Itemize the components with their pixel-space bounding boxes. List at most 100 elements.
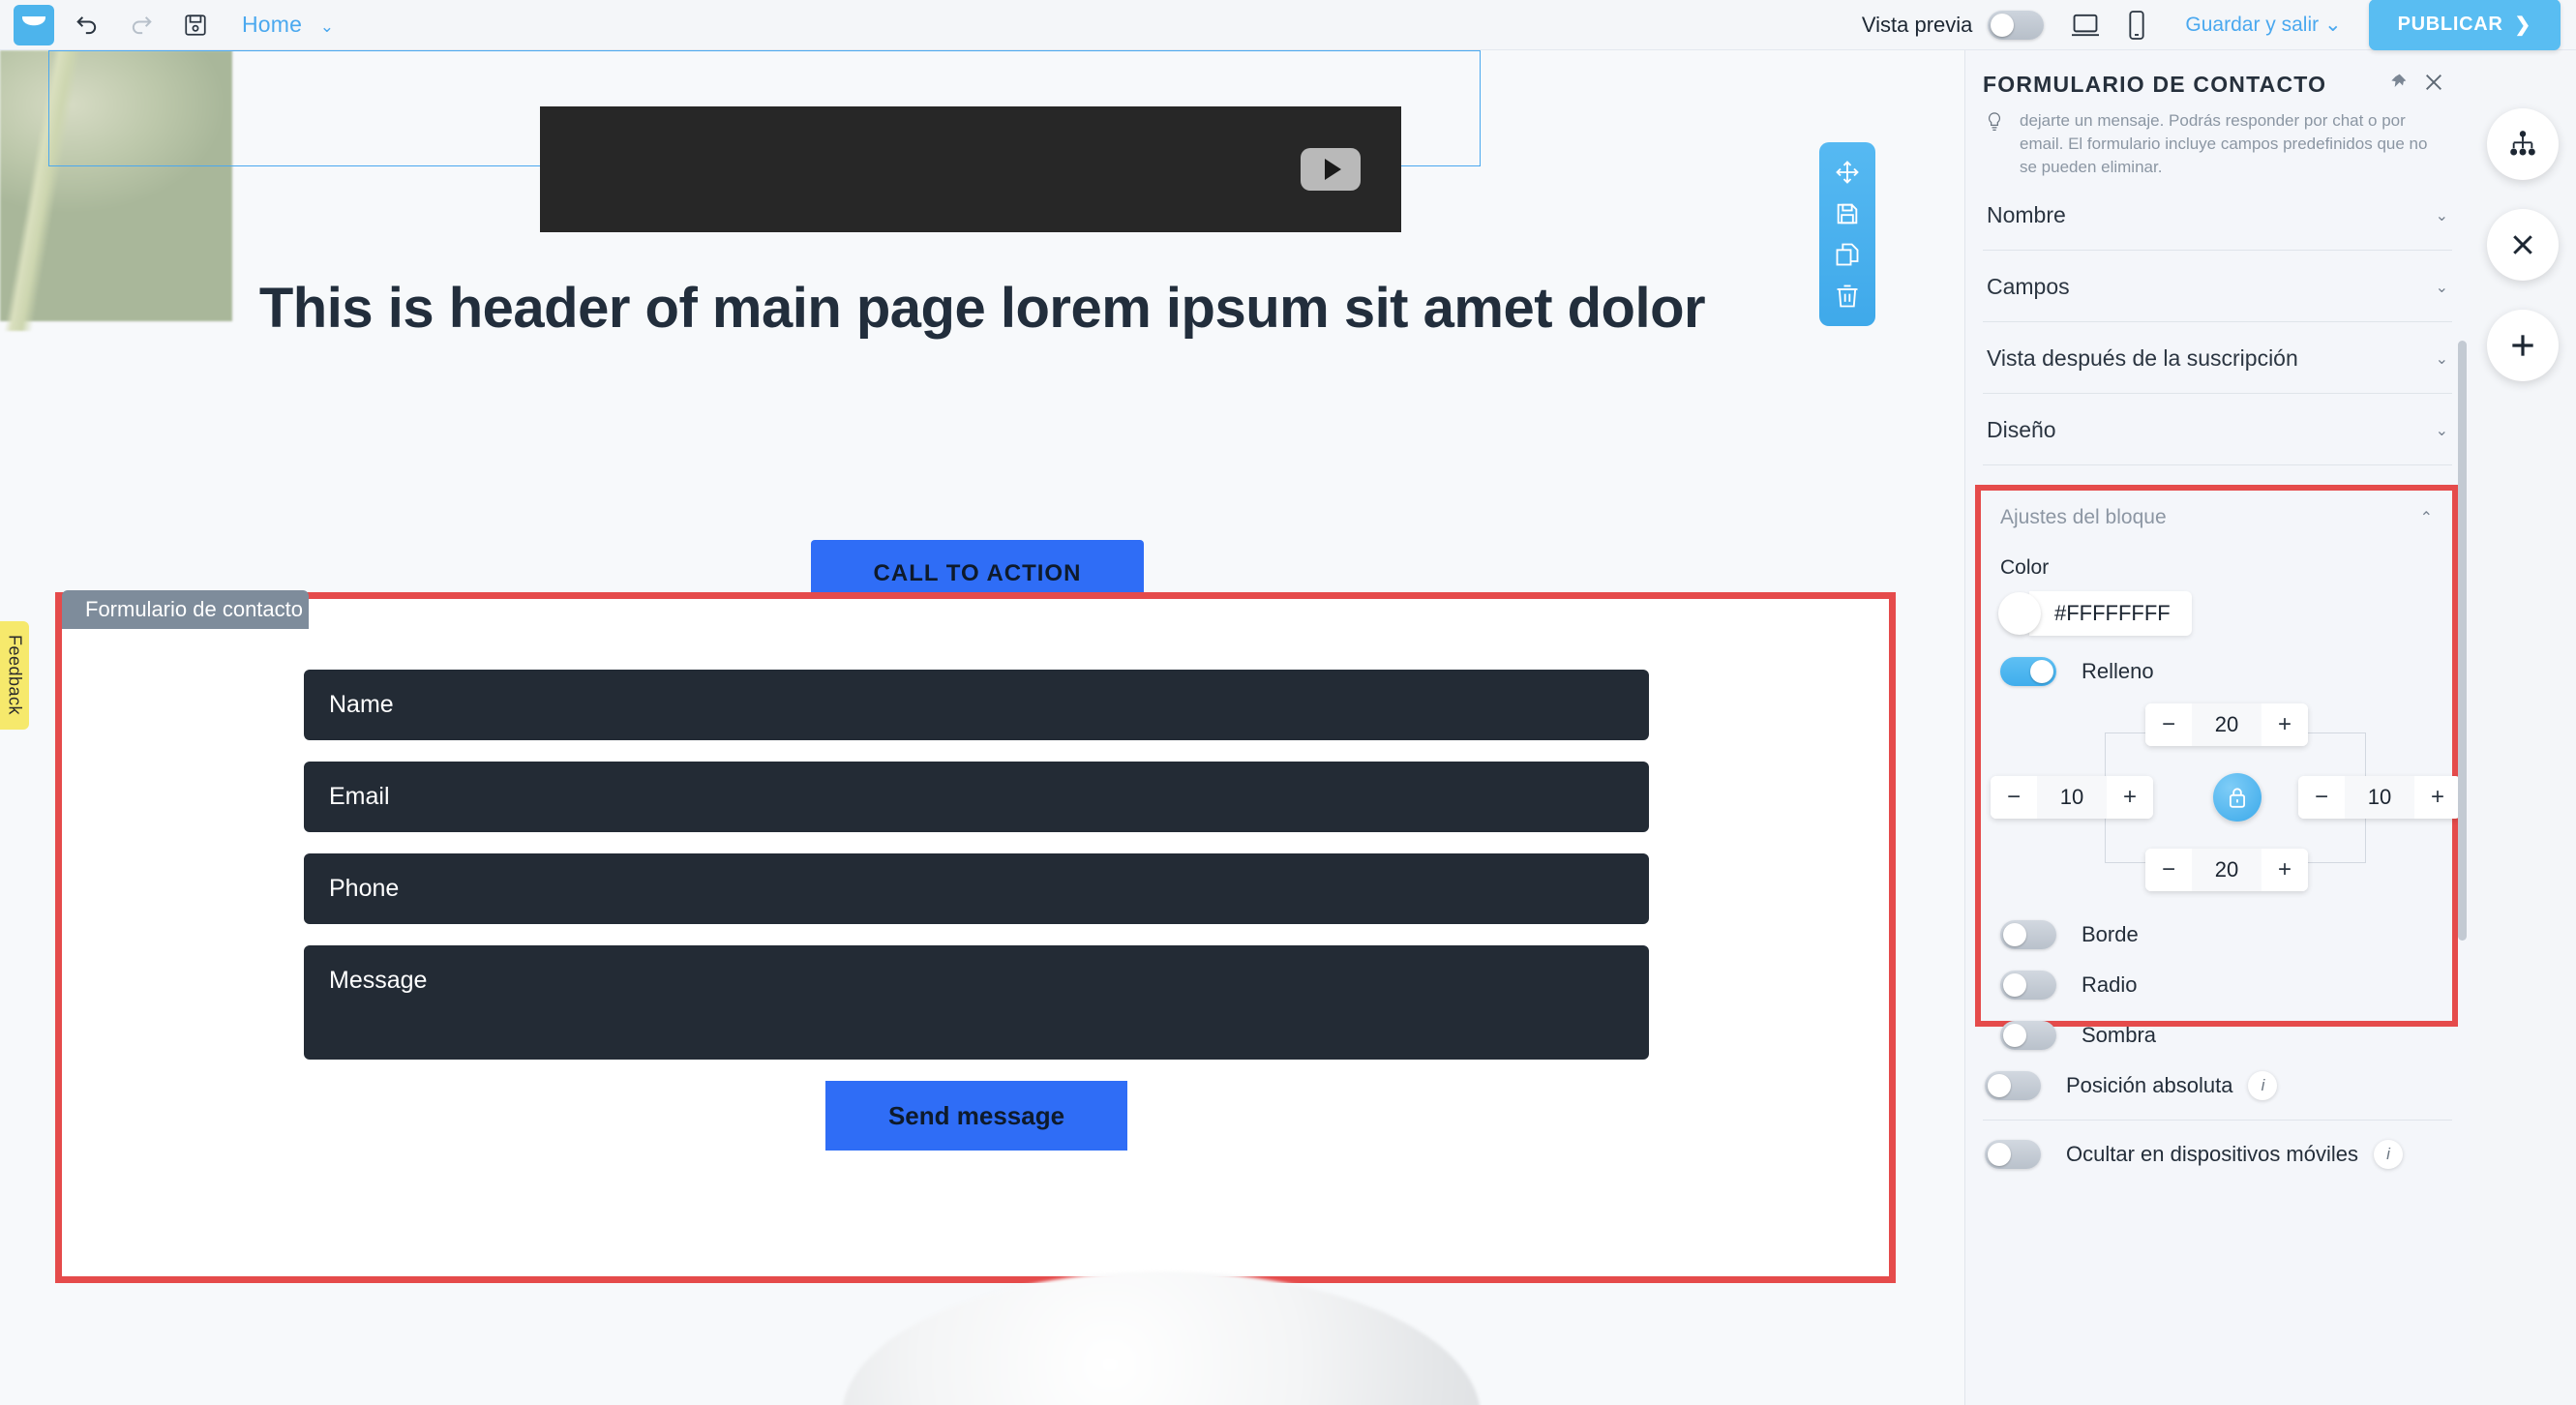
save-and-exit-label: Guardar y salir bbox=[2185, 14, 2320, 36]
ocultar-movil-row: Ocultar en dispositivos móviles i bbox=[1983, 1121, 2452, 1188]
relleno-label: Relleno bbox=[2082, 659, 2154, 684]
padding-bottom-stepper: − 20 + bbox=[2145, 849, 2308, 892]
sitemap-icon[interactable] bbox=[2487, 108, 2559, 180]
accordion-nombre[interactable]: Nombre ⌄ bbox=[1983, 179, 2452, 252]
save-floppy-icon[interactable] bbox=[174, 4, 217, 46]
message-field[interactable]: Message bbox=[304, 945, 1649, 1060]
panel-hint-text: dejarte un mensaje. Podrás responder por… bbox=[2020, 111, 2428, 177]
save-icon[interactable] bbox=[1834, 200, 1861, 227]
chevron-down-icon: ⌄ bbox=[2323, 14, 2342, 36]
toggle-knob bbox=[1988, 1074, 2011, 1098]
radio-toggle[interactable] bbox=[2000, 971, 2056, 1001]
pin-icon[interactable] bbox=[2388, 73, 2408, 97]
info-icon[interactable]: i bbox=[2248, 1071, 2278, 1101]
color-picker-row: #FFFFFFFF bbox=[1998, 591, 2435, 637]
home-label: Home bbox=[242, 12, 303, 37]
ocultar-movil-toggle[interactable] bbox=[1985, 1140, 2041, 1170]
color-label: Color bbox=[2000, 556, 2050, 580]
padding-left-plus[interactable]: + bbox=[2107, 776, 2153, 820]
redo-icon[interactable] bbox=[120, 4, 163, 46]
borde-label: Borde bbox=[2082, 922, 2139, 947]
chevron-up-icon: ⌃ bbox=[2419, 510, 2433, 527]
color-value-input[interactable]: #FFFFFFFF bbox=[2029, 591, 2192, 637]
chevron-down-icon: ⌄ bbox=[2435, 279, 2448, 296]
save-and-exit-button[interactable]: Guardar y salir ⌄ bbox=[2185, 13, 2341, 37]
duplicate-icon[interactable] bbox=[1834, 241, 1861, 268]
side-action-buttons bbox=[2487, 108, 2559, 381]
accordion-vista-suscripcion[interactable]: Vista después de la suscripción ⌄ bbox=[1983, 322, 2452, 395]
mobile-phone-icon[interactable] bbox=[2127, 10, 2146, 41]
padding-bottom-plus[interactable]: + bbox=[2261, 849, 2308, 892]
publish-button[interactable]: PUBLICAR ❯ bbox=[2368, 0, 2561, 50]
settings-panel: FORMULARIO DE CONTACTO dejarte un mensaj… bbox=[1964, 50, 2470, 1405]
toggle-knob bbox=[2003, 1024, 2026, 1048]
move-icon[interactable] bbox=[1834, 159, 1861, 186]
panel-title: FORMULARIO DE CONTACTO bbox=[1983, 72, 2327, 97]
padding-top-plus[interactable]: + bbox=[2261, 703, 2308, 747]
desktop-monitor-icon[interactable] bbox=[2069, 12, 2102, 39]
feedback-label: Feedback bbox=[5, 635, 25, 716]
accordion-diseno-label: Diseño bbox=[1987, 417, 2056, 443]
publish-label: PUBLICAR bbox=[2397, 14, 2503, 35]
toggle-knob bbox=[2003, 973, 2026, 998]
delete-icon[interactable] bbox=[1834, 283, 1861, 310]
accordion-campos[interactable]: Campos ⌄ bbox=[1983, 251, 2452, 323]
toggle-knob bbox=[1991, 13, 2015, 37]
radio-row: Radio bbox=[2000, 971, 2435, 1001]
call-to-action-button[interactable]: CALL TO ACTION bbox=[811, 540, 1144, 608]
close-icon[interactable] bbox=[2423, 72, 2444, 98]
page-canvas[interactable]: This is header of main page lorem ipsum … bbox=[0, 50, 1964, 1405]
chevron-down-icon: ⌄ bbox=[319, 17, 335, 36]
padding-right-minus[interactable]: − bbox=[2298, 776, 2345, 820]
plus-icon[interactable] bbox=[2487, 310, 2559, 381]
block-settings-title: Ajustes del bloque bbox=[2000, 506, 2167, 529]
panel-header: FORMULARIO DE CONTACTO bbox=[1965, 50, 2470, 104]
padding-bottom-minus[interactable]: − bbox=[2145, 849, 2192, 892]
padding-left-stepper: − 10 + bbox=[1991, 776, 2153, 820]
video-block[interactable] bbox=[540, 106, 1401, 232]
send-message-button[interactable]: Send message bbox=[825, 1081, 1127, 1151]
padding-left-minus[interactable]: − bbox=[1991, 776, 2037, 820]
accordion-diseno[interactable]: Diseño ⌄ bbox=[1983, 394, 2452, 466]
info-icon[interactable]: i bbox=[2374, 1140, 2404, 1170]
play-button-icon[interactable] bbox=[1301, 148, 1361, 191]
posicion-absoluta-label: Posición absoluta bbox=[2066, 1073, 2233, 1098]
ocultar-movil-label: Ocultar en dispositivos móviles bbox=[2066, 1142, 2359, 1167]
block-label-tab: Formulario de contacto bbox=[62, 590, 309, 629]
relleno-row: Relleno bbox=[2000, 657, 2435, 687]
feedback-tab[interactable]: Feedback bbox=[0, 621, 29, 730]
top-toolbar: Home ⌄ Vista previa Guardar y salir ⌄ PU… bbox=[0, 0, 2576, 50]
borde-toggle[interactable] bbox=[2000, 920, 2056, 950]
toggle-knob bbox=[2030, 660, 2053, 684]
posicion-absoluta-toggle[interactable] bbox=[1985, 1071, 2041, 1101]
padding-left-value[interactable]: 10 bbox=[2037, 776, 2107, 820]
panel-scrollbar[interactable] bbox=[2458, 341, 2467, 941]
top-toolbar-right: Vista previa Guardar y salir ⌄ PUBLICAR … bbox=[1862, 0, 2576, 50]
sombra-toggle[interactable] bbox=[2000, 1021, 2056, 1051]
relleno-toggle[interactable] bbox=[2000, 657, 2056, 687]
padding-bottom-value[interactable]: 20 bbox=[2192, 849, 2261, 892]
chevron-down-icon: ⌄ bbox=[2435, 422, 2448, 439]
page-title: This is header of main page lorem ipsum … bbox=[258, 277, 1706, 340]
sombra-row: Sombra bbox=[2000, 1021, 2435, 1051]
block-toolbar bbox=[1819, 142, 1875, 326]
phone-field[interactable]: Phone bbox=[304, 853, 1649, 924]
padding-top-minus[interactable]: − bbox=[2145, 703, 2192, 747]
contact-form-fields: Name Email Phone Message Send message bbox=[304, 670, 1649, 1151]
name-field[interactable]: Name bbox=[304, 670, 1649, 740]
home-dropdown[interactable]: Home ⌄ bbox=[242, 12, 334, 38]
email-field[interactable]: Email bbox=[304, 762, 1649, 832]
padding-right-plus[interactable]: + bbox=[2414, 776, 2461, 820]
padding-top-value[interactable]: 20 bbox=[2192, 703, 2261, 747]
borde-row: Borde bbox=[2000, 920, 2435, 950]
preview-toggle[interactable] bbox=[1988, 10, 2045, 40]
sombra-label: Sombra bbox=[2082, 1023, 2157, 1048]
block-settings-header[interactable]: Ajustes del bloque ⌃ bbox=[1998, 504, 2435, 543]
posicion-absoluta-row: Posición absoluta i bbox=[1983, 1052, 2452, 1121]
chevron-right-icon: ❯ bbox=[2514, 15, 2531, 36]
mail-envelope-icon[interactable] bbox=[14, 4, 54, 45]
undo-icon[interactable] bbox=[66, 4, 108, 46]
padding-right-value[interactable]: 10 bbox=[2345, 776, 2414, 820]
radio-label: Radio bbox=[2082, 972, 2138, 998]
close-x-icon[interactable] bbox=[2487, 209, 2559, 281]
